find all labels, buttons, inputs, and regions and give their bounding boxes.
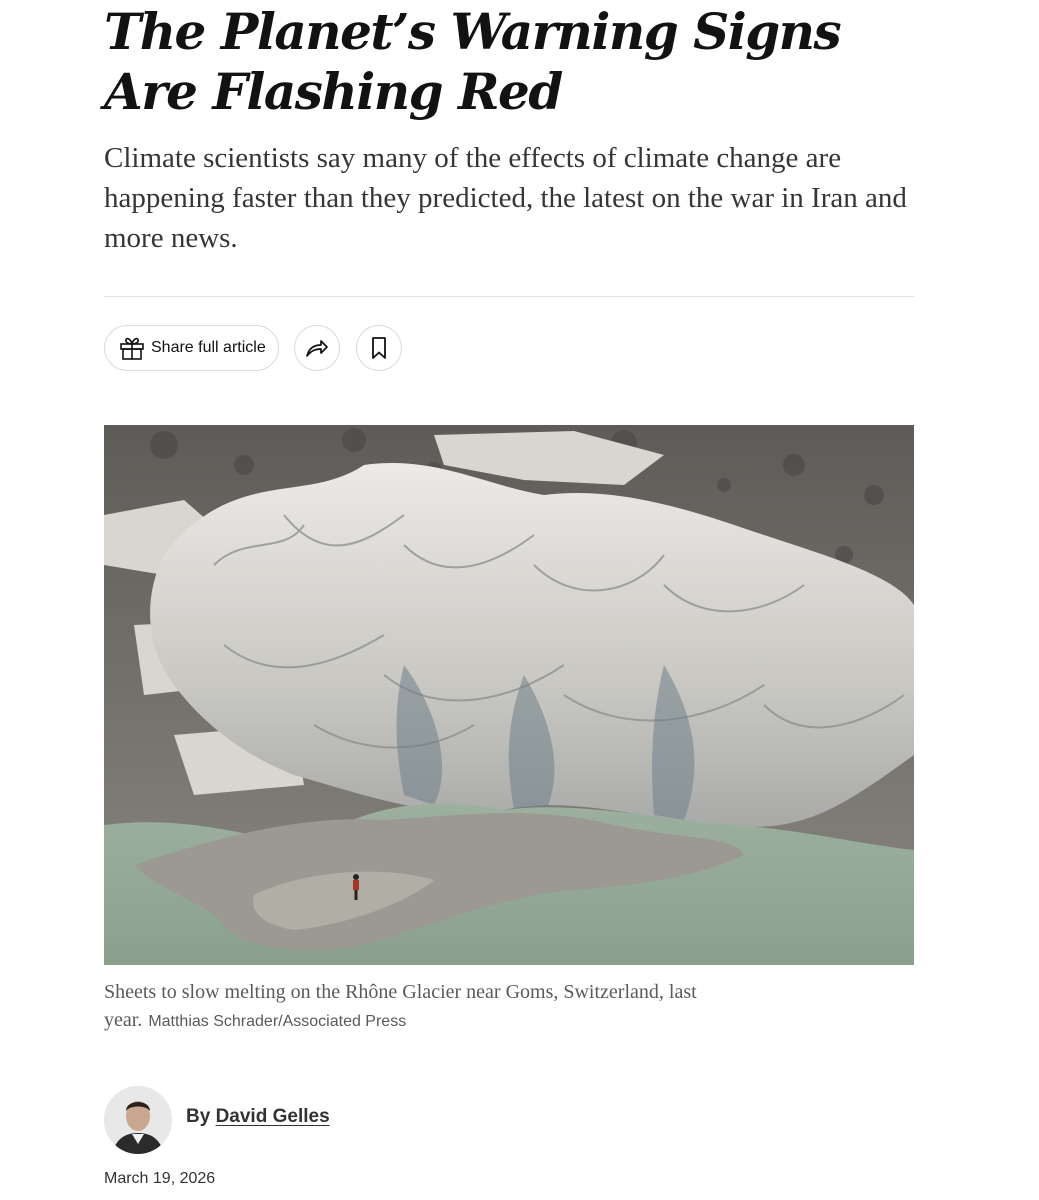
- photo-caption: Sheets to slow melting on the Rhône Glac…: [104, 978, 784, 1036]
- author-link[interactable]: David Gelles: [216, 1106, 330, 1127]
- author-avatar[interactable]: [104, 1086, 172, 1154]
- glacier-photo: [104, 425, 914, 965]
- headline: The Planet’s Warning Signs Are Flashing …: [104, 2, 842, 121]
- share-arrow-icon: [304, 337, 330, 359]
- publish-date: March 19, 2026: [104, 1170, 216, 1187]
- bookmark-icon: [370, 336, 388, 360]
- divider: [104, 296, 914, 297]
- byline: By David Gelles: [186, 1106, 330, 1128]
- share-full-article-label: Share full article: [151, 339, 266, 356]
- article-summary: Climate scientists say many of the effec…: [104, 142, 907, 254]
- share-button[interactable]: [294, 325, 340, 371]
- photo-credit: Matthias Schrader/Associated Press: [148, 1013, 407, 1030]
- byline-prefix: By: [186, 1106, 211, 1127]
- save-bookmark-button[interactable]: [356, 325, 402, 371]
- share-full-article-button[interactable]: Share full article: [104, 325, 279, 371]
- gift-icon: [119, 336, 145, 360]
